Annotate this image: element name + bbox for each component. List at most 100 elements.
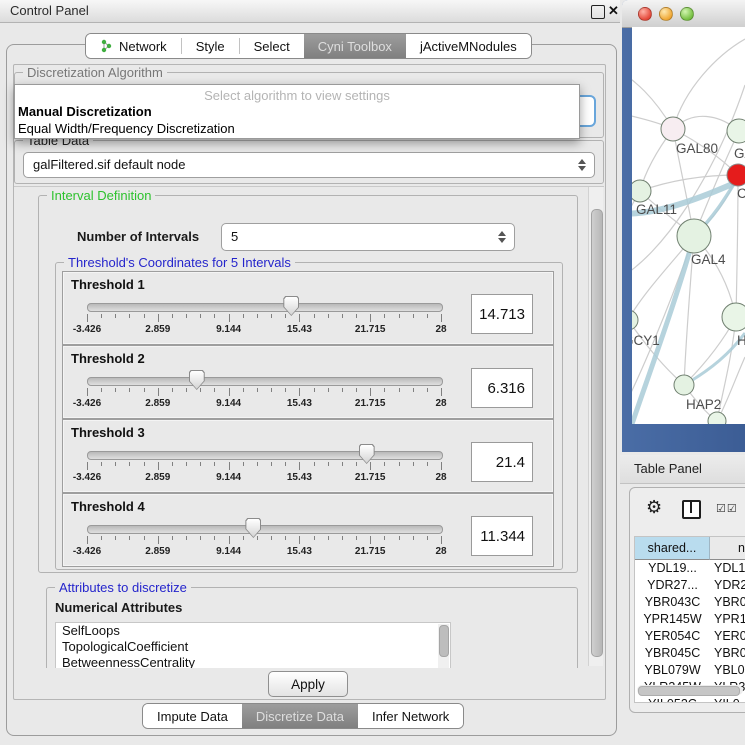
table-row[interactable]: YBL079WYBL0	[635, 662, 745, 679]
attribute-list-item[interactable]: TopologicalCoefficient	[56, 639, 450, 655]
tick-mark	[129, 388, 130, 392]
network-node-c[interactable]	[727, 164, 745, 186]
network-node-gal11[interactable]	[632, 180, 651, 202]
attribute-list-item[interactable]: BetweennessCentrality	[56, 655, 450, 668]
tab-label: Network	[119, 39, 167, 54]
tick-label: 28	[435, 324, 446, 335]
threshold-slider-thumb[interactable]	[283, 296, 299, 316]
tick-label: 21.715	[355, 546, 386, 557]
threshold-slider-thumb[interactable]	[189, 370, 205, 390]
threshold-slider-track[interactable]	[87, 303, 443, 312]
settings-scrollbar-thumb[interactable]	[591, 209, 603, 657]
zoom-traffic-light[interactable]	[680, 7, 694, 21]
tick-label: 2.859	[145, 546, 170, 557]
tick-label: 21.715	[355, 324, 386, 335]
float-window-icon[interactable]	[591, 5, 605, 19]
select-columns-checkboxes-icon[interactable]: ☑☑	[716, 502, 738, 515]
network-node-gal80[interactable]	[661, 117, 685, 141]
table-settings-gear-icon[interactable]: ⚙	[646, 498, 662, 516]
table-header-shared-name[interactable]: shared...	[635, 537, 710, 560]
threshold-slider-thumb[interactable]	[359, 444, 375, 464]
tab-cyni-toolbox[interactable]: Cyni Toolbox	[304, 34, 406, 58]
network-node-ga[interactable]	[727, 119, 745, 143]
close-panel-icon[interactable]: ✕	[608, 5, 620, 17]
tick-mark	[356, 462, 357, 466]
number-of-intervals-spinner[interactable]: 5	[221, 223, 515, 251]
cell-name: YBR0	[714, 645, 745, 662]
network-node-gal4[interactable]	[677, 219, 711, 253]
threshold-value-field[interactable]: 6.316	[471, 368, 533, 408]
tab-discretize-data[interactable]: Discretize Data	[242, 704, 358, 728]
tick-mark	[200, 462, 201, 466]
tick-mark	[314, 536, 315, 540]
tick-mark	[101, 462, 102, 466]
tick-mark	[370, 536, 371, 544]
cell-name: YPR1	[714, 611, 745, 628]
tick-mark	[229, 314, 230, 322]
algorithm-option-equal-width[interactable]: Equal Width/Frequency Discretization	[18, 121, 235, 136]
network-node-label: H	[737, 333, 745, 348]
attributes-list-scrollbar[interactable]	[438, 624, 449, 668]
table-header-name[interactable]: na	[710, 537, 745, 560]
table-row[interactable]: YDR27...YDR2	[635, 577, 745, 594]
algorithm-option-manual[interactable]: Manual Discretization	[18, 104, 152, 119]
network-canvas[interactable]: GAL80GACGAL11GAL4GCY1HHAP2	[632, 27, 745, 424]
tick-mark	[285, 388, 286, 392]
network-window-titlebar[interactable]	[622, 0, 745, 28]
tick-mark	[144, 314, 145, 318]
settings-scrollbar[interactable]	[588, 187, 603, 666]
tick-mark	[243, 536, 244, 540]
threshold-slider-thumb[interactable]	[245, 518, 261, 538]
tick-mark	[257, 536, 258, 540]
network-node-gcy1[interactable]	[632, 310, 638, 330]
tick-mark	[214, 388, 215, 392]
table-row[interactable]: YBR045CYBR0	[635, 645, 745, 662]
network-node-hap2[interactable]	[674, 375, 694, 395]
tick-label: 15.43	[287, 472, 312, 483]
threshold-value-field[interactable]: 14.713	[471, 294, 533, 334]
table-row[interactable]: YPR145WYPR1	[635, 611, 745, 628]
threshold-value-field[interactable]: 11.344	[471, 516, 533, 556]
threshold-value-field[interactable]: 21.4	[471, 442, 533, 482]
table-row[interactable]: YBR043CYBR0	[635, 594, 745, 611]
tab-style[interactable]: Style	[182, 34, 239, 58]
network-edge-highlighted[interactable]	[632, 236, 694, 424]
table-row[interactable]: YIL052CYIL0	[635, 696, 745, 703]
tick-label: 28	[435, 398, 446, 409]
threshold-label: Threshold 3	[71, 425, 145, 440]
table-row[interactable]: YER054CYER0	[635, 628, 745, 645]
number-of-intervals-value: 5	[231, 229, 238, 244]
minimize-traffic-light[interactable]	[659, 7, 673, 21]
tick-label: 9.144	[216, 398, 241, 409]
table-row[interactable]: YDL19...YDL1	[635, 560, 745, 577]
cell-shared-name: YBR045C	[635, 645, 710, 662]
threshold-slider-track[interactable]	[87, 377, 443, 386]
close-traffic-light[interactable]	[638, 7, 652, 21]
attribute-list-item[interactable]: SelfLoops	[56, 623, 450, 639]
table-data-combobox[interactable]: galFiltered.sif default node	[23, 152, 595, 178]
tab-impute-data[interactable]: Impute Data	[143, 704, 242, 728]
threshold-slider-track[interactable]	[87, 451, 443, 460]
table-horizontal-scrollbar[interactable]	[637, 685, 743, 695]
network-node[interactable]	[708, 412, 726, 424]
apply-button[interactable]: Apply	[268, 671, 348, 697]
tab-jactivemnodules[interactable]: jActiveMNodules	[406, 34, 531, 58]
tick-mark	[441, 314, 442, 322]
tick-mark	[399, 462, 400, 466]
tab-label: Impute Data	[157, 709, 228, 724]
split-columns-icon[interactable]	[682, 500, 701, 519]
tab-network[interactable]: Network	[86, 34, 181, 58]
tick-mark	[299, 462, 300, 470]
tab-infer-network[interactable]: Infer Network	[358, 704, 463, 728]
tab-label: Cyni Toolbox	[318, 39, 392, 54]
tick-mark	[101, 314, 102, 318]
tick-mark	[214, 462, 215, 466]
tick-label: 21.715	[355, 472, 386, 483]
tick-mark	[158, 536, 159, 544]
tick-mark	[115, 462, 116, 466]
tab-select[interactable]: Select	[240, 34, 304, 58]
network-node-h[interactable]	[722, 303, 745, 331]
tick-mark	[229, 536, 230, 544]
tick-mark	[87, 536, 88, 544]
threshold-slider-track[interactable]	[87, 525, 443, 534]
